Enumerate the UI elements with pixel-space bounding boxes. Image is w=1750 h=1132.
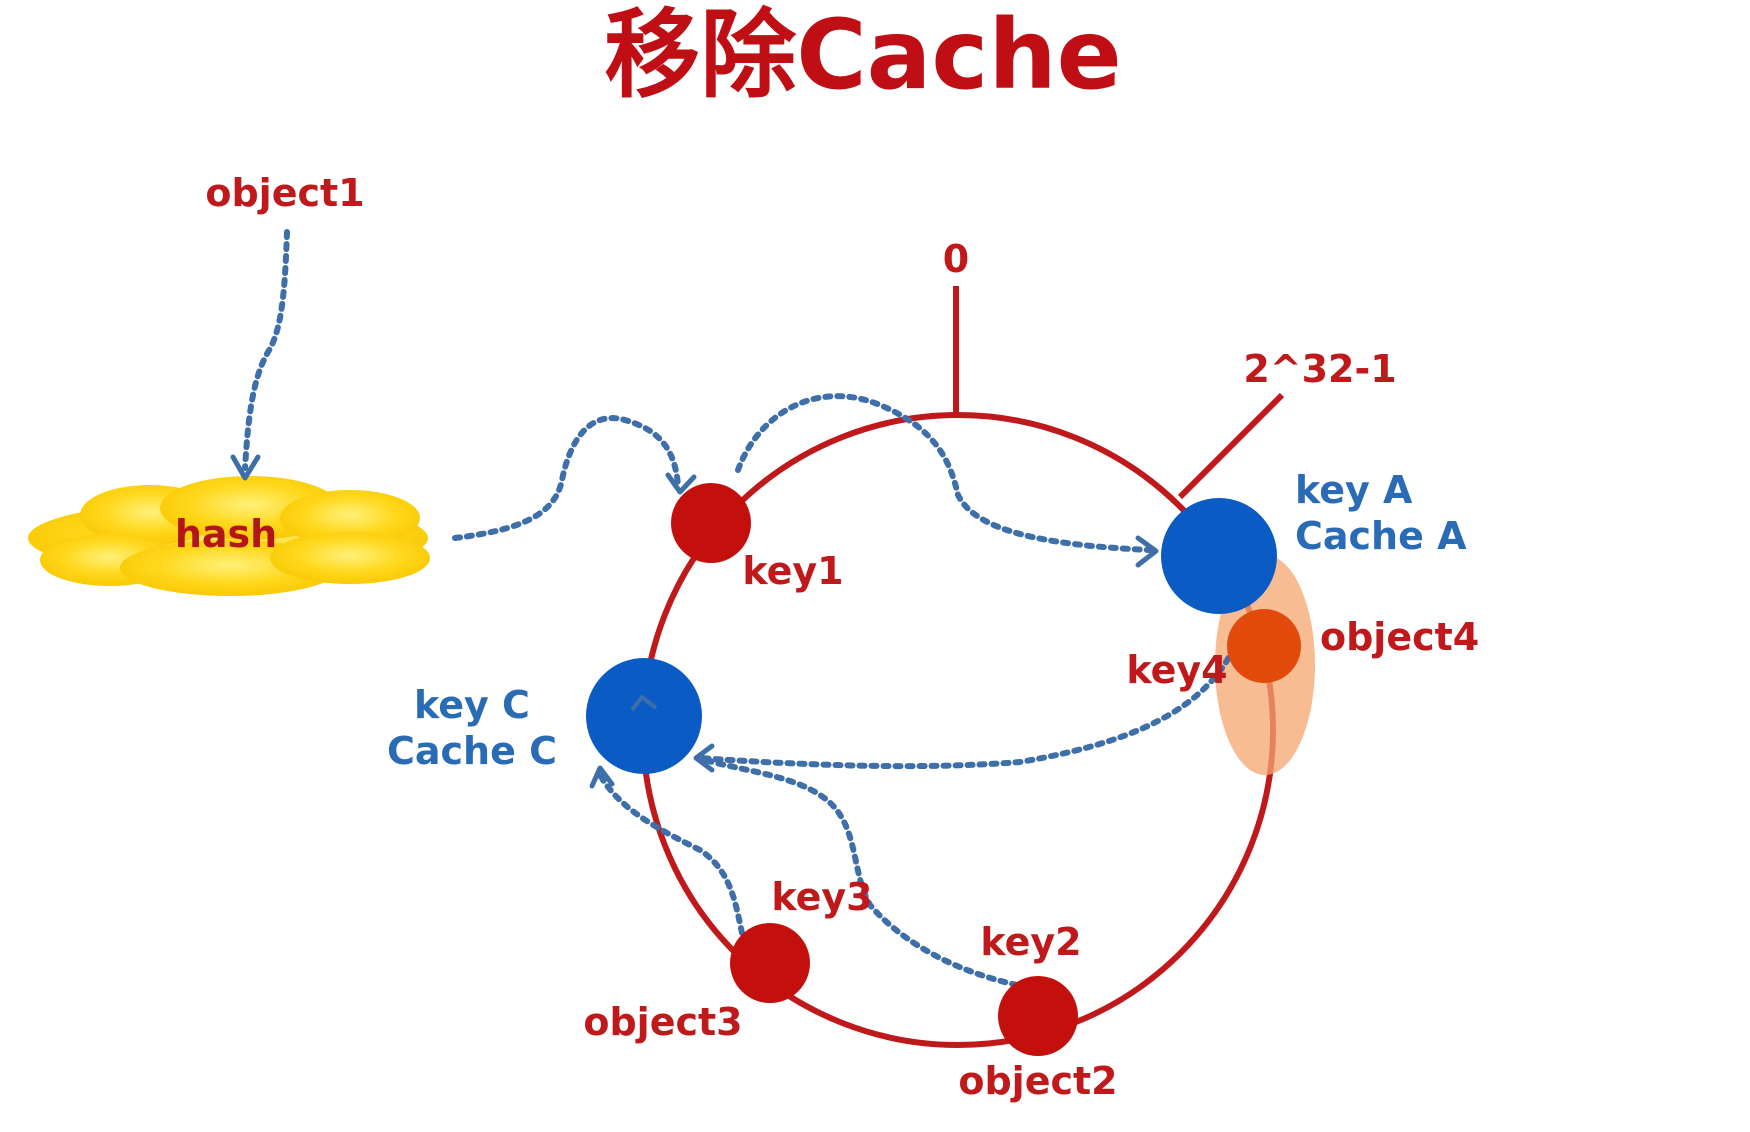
- arrow-key1-to-cache-a: [735, 393, 1153, 553]
- object2-label: object2: [958, 1059, 1117, 1103]
- key2-label: key2: [980, 920, 1081, 964]
- cache-c-name-label: Cache C: [387, 729, 557, 773]
- cache-a-node: [1161, 498, 1277, 614]
- max-marker-line: [1177, 392, 1285, 500]
- object4-node: [1227, 609, 1301, 683]
- object1-label: object1: [205, 171, 364, 215]
- key2-node: [998, 976, 1078, 1056]
- key1-label: key1: [742, 549, 843, 593]
- max-label: 2^32-1: [1243, 347, 1396, 391]
- key3-node: [730, 923, 810, 1003]
- object4-label: object4: [1320, 615, 1479, 659]
- diagram-canvas: 移除Cache 0 2^32-1 hash object1 key1 key A…: [28, 0, 1479, 1103]
- cache-c-key-label: key C: [414, 683, 530, 727]
- arrow-key4-to-cache-c: [697, 622, 1246, 770]
- arrow-object1-to-hash: [242, 229, 290, 471]
- page-title: 移除Cache: [604, 0, 1122, 111]
- zero-label: 0: [943, 237, 969, 281]
- object3-label: object3: [583, 1000, 742, 1044]
- key1-node: [671, 483, 751, 563]
- cache-a-name-label: Cache A: [1295, 514, 1467, 558]
- hash-label: hash: [175, 512, 277, 556]
- cache-a-key-label: key A: [1295, 468, 1413, 512]
- cache-c-node: [586, 658, 702, 774]
- arrow-hash-to-key1: [452, 415, 681, 541]
- key4-label: key4: [1126, 648, 1227, 692]
- key3-label: key3: [771, 875, 872, 919]
